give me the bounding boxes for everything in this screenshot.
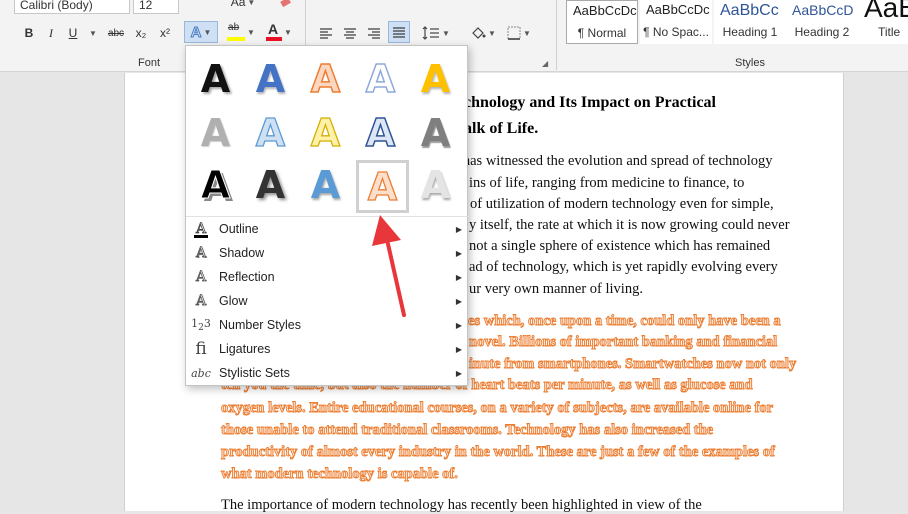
annotation-arrow-icon — [372, 215, 406, 317]
